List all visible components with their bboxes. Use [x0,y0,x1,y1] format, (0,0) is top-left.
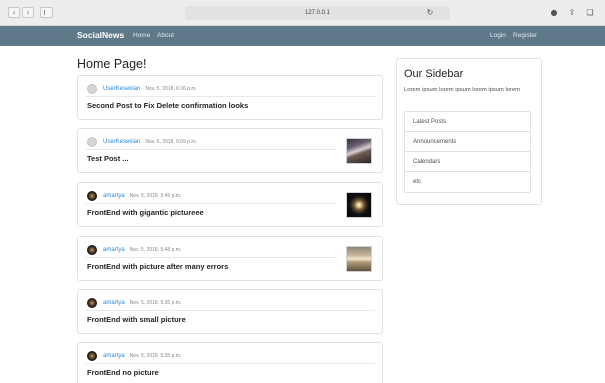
post-title[interactable]: FrontEnd no picture [87,368,159,377]
post-title[interactable]: Test Post ... [87,154,129,163]
tabs-icon[interactable]: ❏ [584,7,596,18]
post-title[interactable]: Second Post to Fix Delete confirmation l… [87,101,248,110]
post-author[interactable]: amartya [103,353,125,359]
site-navbar: SocialNews Home About Login Register [0,26,605,46]
post-thumbnail[interactable] [346,192,372,218]
brand-logo[interactable]: SocialNews [77,30,124,40]
divider [85,257,337,258]
divider [85,203,337,204]
post-date: Nov. 5, 2018, 5:35 p.m. [129,299,182,306]
browser-toolbar: ‹ › 127.0.0.1 ↻ ● ⇧ ❏ [0,0,605,26]
reload-icon[interactable]: ↻ [424,7,436,18]
post-date: Nov. 5, 2018, 5:49 p.m. [129,192,182,199]
post-date: Nov. 5, 2018, 6:36 p.m. [145,85,197,92]
sidebar-title: Our Sidebar [404,68,464,80]
post-author[interactable]: UserKesekian [103,139,140,145]
share-icon[interactable]: ⇧ [566,7,578,18]
post-author[interactable]: UserKesekian [103,86,140,92]
post-author[interactable]: amartya [103,300,125,306]
nav-link-about[interactable]: About [157,32,174,39]
nav-link-login[interactable]: Login [490,32,506,39]
post-author[interactable]: amartya [103,247,125,253]
avatar[interactable] [87,350,97,361]
avatar[interactable] [87,297,97,308]
post-date: Nov. 5, 2018, 5:35 p.m. [129,352,182,359]
post-thumbnail[interactable] [346,246,372,272]
address-bar[interactable]: 127.0.0.1 [185,6,450,20]
post-date: Nov. 5, 2018, 5:48 p.m. [129,246,182,253]
sidebar-item-calendars[interactable]: Calendars [405,152,530,172]
post-card: amartya Nov. 5, 2018, 5:35 p.m. FrontEnd… [77,289,383,334]
post-author[interactable]: amartya [103,193,125,199]
divider [85,96,375,97]
avatar[interactable] [87,190,97,201]
nav-link-home[interactable]: Home [133,32,150,39]
avatar[interactable] [87,244,97,255]
sidebar-item-latest-posts[interactable]: Latest Posts [405,112,530,132]
sidebar-text: Lorem ipsum lorem ipsum lorem ipsum lore… [404,87,520,93]
history-buttons: ‹ › [8,7,34,18]
post-date: Nov. 5, 2018, 6:09 p.m. [145,138,197,145]
post-title[interactable]: FrontEnd with picture after many errors [87,262,228,271]
privacy-icon[interactable]: ● [548,7,560,18]
nav-link-register[interactable]: Register [513,32,537,39]
page-title: Home Page! [77,57,147,71]
post-card: UserKesekian Nov. 5, 2018, 6:09 p.m. Tes… [77,128,383,173]
sidebar-item-etc[interactable]: etc [405,172,530,192]
sidebar-toggle-icon[interactable] [40,7,53,18]
sidebar: Our Sidebar Lorem ipsum lorem ipsum lore… [396,58,542,205]
post-card: amartya Nov. 5, 2018, 5:49 p.m. FrontEnd… [77,182,383,227]
sidebar-list: Latest Posts Announcements Calendars etc [404,111,531,193]
divider [85,149,337,150]
sidebar-item-announcements[interactable]: Announcements [405,132,530,152]
post-title[interactable]: FrontEnd with small picture [87,315,186,324]
post-card: UserKesekian Nov. 5, 2018, 6:36 p.m. Sec… [77,75,383,120]
post-title[interactable]: FrontEnd with gigantic pictureee [87,208,204,217]
post-thumbnail[interactable] [346,138,372,164]
back-button[interactable]: ‹ [8,7,20,18]
avatar[interactable] [87,136,97,147]
post-card: amartya Nov. 5, 2018, 5:48 p.m. FrontEnd… [77,236,383,281]
divider [85,363,375,364]
forward-button[interactable]: › [22,7,34,18]
post-card: amartya Nov. 5, 2018, 5:35 p.m. FrontEnd… [77,342,383,383]
divider [85,310,375,311]
avatar[interactable] [87,83,97,94]
